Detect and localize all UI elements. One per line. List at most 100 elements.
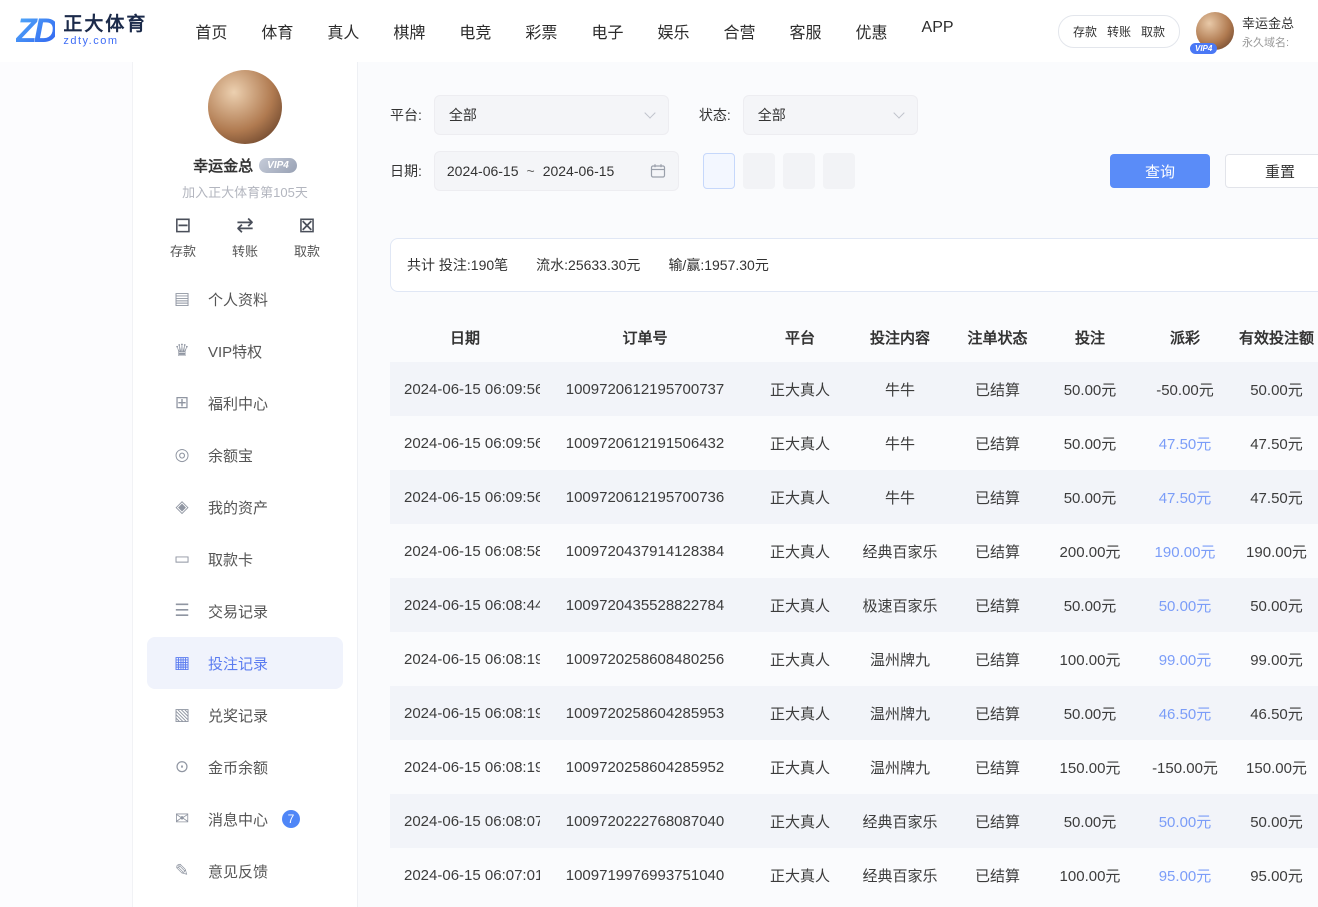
profile-avatar[interactable] [208, 70, 282, 144]
calendar-icon [650, 163, 666, 179]
column-header: 日期 [390, 327, 540, 348]
table-row: 2024-06-15 06:09:56 1009720612191506432 … [390, 416, 1318, 470]
column-header: 投注 [1045, 327, 1135, 348]
cell-payout: 95.00元 [1135, 865, 1235, 886]
cell-payout: -150.00元 [1135, 757, 1235, 778]
quick-range-button[interactable] [703, 153, 735, 189]
vip-badge: VIP4 [1190, 43, 1217, 54]
nav-item[interactable]: 优惠 [856, 19, 888, 43]
cell-valid-amount: 47.50元 [1235, 487, 1318, 508]
user-avatar[interactable]: VIP4 [1196, 12, 1234, 50]
nav-item[interactable]: 首页 [195, 19, 227, 43]
nav-item[interactable]: 体育 [261, 19, 293, 43]
transactions-icon: ☰ [171, 601, 193, 621]
cell-date: 2024-06-15 06:09:56 [390, 435, 540, 452]
cell-status: 已结算 [950, 703, 1045, 724]
sidebar-menu-item[interactable]: ⊙ 金币余额 [147, 741, 343, 793]
cell-bet-content: 经典百家乐 [850, 811, 950, 832]
cell-bet-amount: 50.00元 [1045, 703, 1135, 724]
brand-text: 正大体育 zdty.com [63, 15, 147, 48]
transfer-icon: ⇄ [236, 215, 254, 236]
wallet-action[interactable]: 取款 [1141, 23, 1165, 40]
cell-date: 2024-06-15 06:09:56 [390, 489, 540, 506]
cell-status: 已结算 [950, 595, 1045, 616]
header-right: 存款转账取款 VIP4 幸运金总 永久域名: [1058, 12, 1308, 50]
quick-range-button[interactable] [743, 153, 775, 189]
main-content: 平台: 全部 状态: 全部 日期: 2024-06-15 ~ 2024-06-1… [358, 62, 1318, 907]
quick-action-label: 取款 [294, 241, 320, 260]
quick-range-button[interactable] [823, 153, 855, 189]
nav-item[interactable]: APP [922, 19, 954, 43]
sidebar-menu-item[interactable]: ◈ 我的资产 [147, 481, 343, 533]
cell-date: 2024-06-15 06:08:07 [390, 813, 540, 830]
platform-select[interactable]: 全部 [434, 95, 669, 135]
cell-status: 已结算 [950, 649, 1045, 670]
sidebar-menu-item[interactable]: ▧ 兑奖记录 [147, 689, 343, 741]
sidebar-menu-item[interactable]: ♛ VIP特权 [147, 325, 343, 377]
permanent-domain-label: 永久域名: [1242, 34, 1308, 50]
sidebar-menu-item[interactable]: ◎ 余额宝 [147, 429, 343, 481]
cell-bet-content: 经典百家乐 [850, 865, 950, 886]
cell-date: 2024-06-15 06:08:44 [390, 597, 540, 614]
query-button[interactable]: 查询 [1110, 154, 1210, 188]
cell-bet-content: 温州牌九 [850, 703, 950, 724]
sidebar-menu: ▤ 个人资料 ♛ VIP特权 ⊞ 福利中心 ◎ 余额宝 ◈ [133, 273, 357, 897]
sidebar-menu-label: 投注记录 [208, 653, 268, 674]
sidebar-menu-item[interactable]: ⊞ 福利中心 [147, 377, 343, 429]
cell-order-number: 1009720258608480256 [540, 651, 750, 668]
column-header: 订单号 [540, 327, 750, 348]
table-row: 2024-06-15 06:08:58 1009720437914128384 … [390, 524, 1318, 578]
brand-mark-icon: ZD [16, 12, 55, 51]
cell-date: 2024-06-15 06:07:01 [390, 867, 540, 884]
reset-button[interactable]: 重置 [1225, 154, 1318, 188]
sidebar-menu-item[interactable]: ✎ 意见反馈 [147, 845, 343, 897]
column-header: 投注内容 [850, 327, 950, 348]
date-from-value: 2024-06-15 [447, 163, 519, 179]
nav-item[interactable]: 合营 [723, 19, 755, 43]
nav-item[interactable]: 客服 [789, 19, 821, 43]
filters: 平台: 全部 状态: 全部 日期: 2024-06-15 ~ 2024-06-1… [390, 95, 1318, 191]
cell-order-number: 1009720222768087040 [540, 813, 750, 830]
sidebar-menu-item[interactable]: ✉ 消息中心 7 [147, 793, 343, 845]
wallet-action[interactable]: 转账 [1107, 23, 1131, 40]
cell-bet-amount: 100.00元 [1045, 865, 1135, 886]
cell-payout: 46.50元 [1135, 703, 1235, 724]
sidebar-menu-item[interactable]: ▤ 个人资料 [147, 273, 343, 325]
sidebar-menu-label: VIP特权 [208, 341, 262, 362]
nav-item[interactable]: 娱乐 [657, 19, 689, 43]
column-header: 派彩 [1135, 327, 1235, 348]
cell-platform: 正大真人 [750, 541, 850, 562]
nav-item[interactable]: 真人 [327, 19, 359, 43]
header-user[interactable]: VIP4 幸运金总 永久域名: [1196, 12, 1308, 50]
sidebar-menu-item[interactable]: ▦ 投注记录 [147, 637, 343, 689]
nav-item[interactable]: 彩票 [525, 19, 557, 43]
table-row: 2024-06-15 06:08:44 1009720435528822784 … [390, 578, 1318, 632]
sidebar-menu-item[interactable]: ☰ 交易记录 [147, 585, 343, 637]
cell-status: 已结算 [950, 433, 1045, 454]
quick-action[interactable]: ⊠ 取款 [294, 215, 320, 263]
bets-table: 日期订单号平台投注内容注单状态投注派彩有效投注额 2024-06-15 06:0… [390, 312, 1318, 902]
wallet-action[interactable]: 存款 [1073, 23, 1097, 40]
cell-bet-amount: 200.00元 [1045, 541, 1135, 562]
vip-icon: ♛ [171, 341, 193, 361]
cell-platform: 正大真人 [750, 811, 850, 832]
cell-date: 2024-06-15 06:08:19 [390, 651, 540, 668]
filter-row-1: 平台: 全部 状态: 全部 [390, 95, 1318, 135]
sidebar-menu-item[interactable]: ▭ 取款卡 [147, 533, 343, 585]
nav-item[interactable]: 电子 [591, 19, 623, 43]
cell-order-number: 1009720612195700736 [540, 489, 750, 506]
sidebar-menu-label: 我的资产 [208, 497, 268, 518]
date-range-picker[interactable]: 2024-06-15 ~ 2024-06-15 [434, 151, 679, 191]
quick-action[interactable]: ⊟ 存款 [170, 215, 196, 263]
nav-item[interactable]: 棋牌 [393, 19, 425, 43]
nav-item[interactable]: 电竞 [459, 19, 491, 43]
quick-action[interactable]: ⇄ 转账 [232, 215, 258, 263]
platform-filter-label: 平台: [390, 105, 422, 125]
cell-bet-amount: 50.00元 [1045, 811, 1135, 832]
brand-logo[interactable]: ZD 正大体育 zdty.com [16, 12, 147, 51]
cell-bet-amount: 150.00元 [1045, 757, 1135, 778]
status-select[interactable]: 全部 [743, 95, 918, 135]
cell-payout: 99.00元 [1135, 649, 1235, 670]
quick-range-button[interactable] [783, 153, 815, 189]
sidebar-menu-label: 余额宝 [208, 445, 253, 466]
